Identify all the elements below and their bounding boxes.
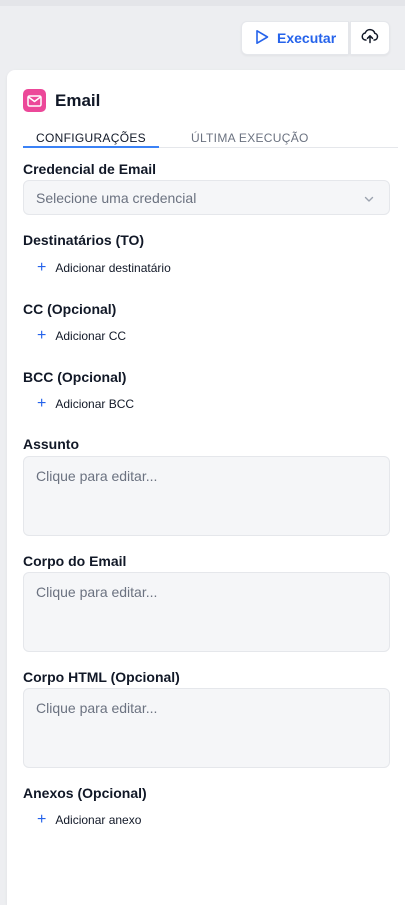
- body-input[interactable]: Clique para editar...: [23, 572, 390, 652]
- body-label: Corpo do Email: [23, 553, 127, 569]
- tab-ultima-execucao[interactable]: ÚLTIMA EXECUÇÃO: [191, 131, 309, 145]
- attachments-label: Anexos (Opcional): [23, 785, 147, 801]
- play-icon: [255, 29, 269, 48]
- panel-header: Email: [23, 89, 100, 112]
- to-label: Destinatários (TO): [23, 232, 145, 248]
- cloud-upload-button[interactable]: [350, 21, 390, 55]
- credential-label: Credencial de Email: [23, 161, 157, 177]
- plus-icon: +: [37, 811, 47, 828]
- node-title: Email: [55, 90, 101, 110]
- plus-icon: +: [37, 395, 47, 412]
- html-body-label: Corpo HTML (Opcional): [23, 669, 180, 685]
- tab-configuracoes[interactable]: CONFIGURAÇÕES: [23, 131, 159, 148]
- node-config-panel: Email CONFIGURAÇÕES ÚLTIMA EXECUÇÃO Cred…: [7, 70, 405, 905]
- subject-label: Assunto: [23, 436, 79, 452]
- credential-select[interactable]: Selecione uma credencial: [23, 180, 390, 215]
- run-button[interactable]: Executar: [241, 21, 349, 55]
- top-strip: [0, 0, 405, 6]
- add-bcc-label: Adicionar BCC: [55, 397, 135, 411]
- add-recipient-button[interactable]: + Adicionar destinatário: [37, 260, 171, 276]
- node-toolbar: Executar: [241, 21, 390, 55]
- chevron-down-icon: [363, 192, 375, 208]
- add-bcc-button[interactable]: + Adicionar BCC: [37, 396, 134, 412]
- plus-icon: +: [37, 259, 47, 276]
- add-recipient-label: Adicionar destinatário: [55, 261, 171, 275]
- cc-label: CC (Opcional): [23, 301, 117, 317]
- add-cc-label: Adicionar CC: [55, 329, 127, 343]
- mail-icon: [23, 89, 46, 112]
- add-cc-button[interactable]: + Adicionar CC: [37, 328, 126, 344]
- credential-select-placeholder: Selecione uma credencial: [36, 189, 197, 206]
- plus-icon: +: [37, 327, 47, 344]
- html-body-input[interactable]: Clique para editar...: [23, 688, 390, 768]
- subject-input[interactable]: Clique para editar...: [23, 456, 390, 536]
- add-attachment-button[interactable]: + Adicionar anexo: [37, 812, 141, 828]
- tab-bar: CONFIGURAÇÕES ÚLTIMA EXECUÇÃO: [23, 129, 398, 148]
- bcc-label: BCC (Opcional): [23, 369, 127, 385]
- add-attachment-label: Adicionar anexo: [55, 813, 142, 827]
- cloud-upload-icon: [361, 28, 379, 49]
- run-button-label: Executar: [277, 30, 337, 46]
